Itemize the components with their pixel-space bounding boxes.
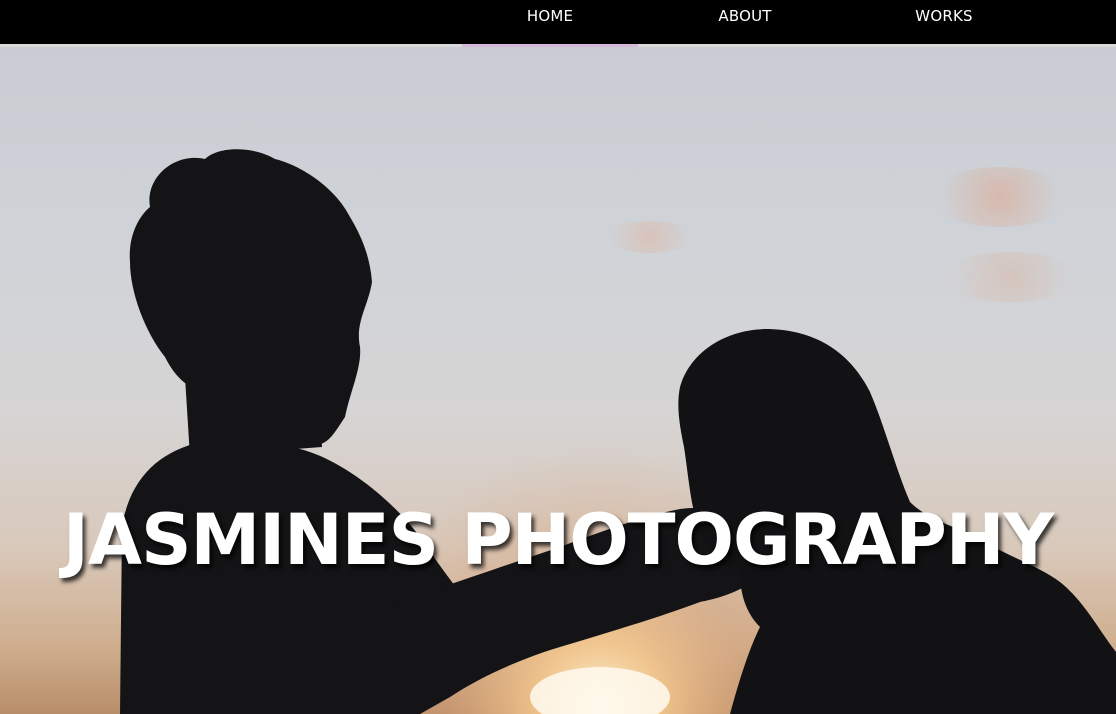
nav-active-indicator [462, 44, 638, 47]
hero-section: JASMINES PHOTOGRAPHY [0, 47, 1116, 714]
top-navigation-bar: HOME ABOUT WORKS [0, 0, 1116, 44]
nav-item-about[interactable]: ABOUT [660, 0, 830, 44]
nav-item-works[interactable]: WORKS [860, 0, 1028, 44]
hero-background-photo [0, 47, 1116, 714]
page: HOME ABOUT WORKS JASMINES PHOTOGRAPHY [0, 0, 1116, 714]
hero-title: JASMINES PHOTOGRAPHY [62, 498, 1054, 581]
nav-item-home[interactable]: HOME [462, 0, 638, 44]
